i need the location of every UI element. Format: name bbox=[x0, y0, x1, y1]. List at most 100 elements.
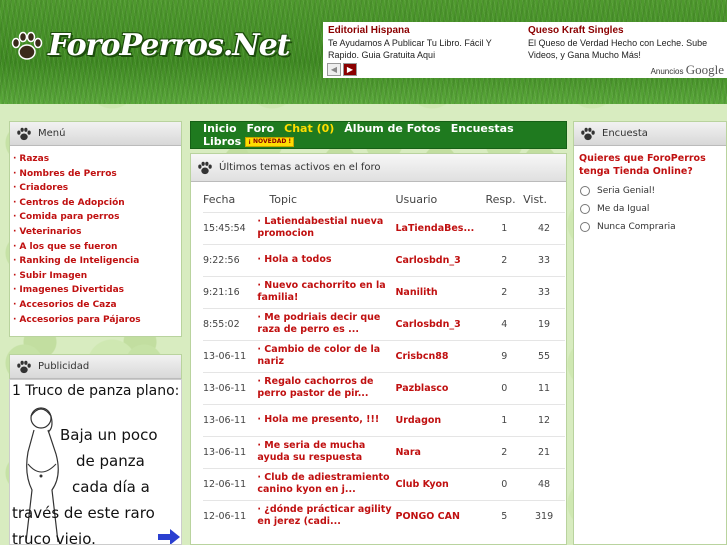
col-fecha: Fecha bbox=[203, 193, 236, 207]
topic-user-link[interactable]: Pazblasco bbox=[395, 371, 486, 404]
table-row: 13-06-11 · Regalo cachorros de perro past… bbox=[203, 371, 565, 404]
topics-title: Últimos temas activos en el foro bbox=[219, 162, 381, 173]
ad-body: El Queso de Verdad Hecho con Leche. Sube… bbox=[528, 38, 708, 60]
poll-option[interactable]: Me da Igual bbox=[574, 200, 726, 218]
topic-link[interactable]: · Hola a todos bbox=[257, 243, 396, 276]
table-row: 13-06-11 · Hola me presento, !!! Urdagon 1 1… bbox=[203, 403, 565, 436]
topic-date: 15:45:54 bbox=[203, 211, 258, 244]
topic-link[interactable]: · Regalo cachorros de perro pastor de pi… bbox=[257, 371, 396, 404]
poll-header: Encuesta bbox=[574, 122, 726, 146]
table-row: 8:55:02 · Me podriais decir que raza de p… bbox=[203, 307, 565, 340]
nav-chat[interactable]: Chat (0) bbox=[284, 122, 334, 135]
ad-banner: Editorial Hispana Te Ayudamos A Publicar… bbox=[323, 22, 727, 78]
nav-album[interactable]: Álbum de Fotos bbox=[344, 122, 440, 135]
topic-date: 12-06-11 bbox=[203, 499, 258, 532]
ad-nav: ◀ ▶ bbox=[327, 63, 357, 76]
poll-option[interactable]: Seria Genial! bbox=[574, 182, 726, 200]
menu-item-ranking[interactable]: Ranking de Inteligencia bbox=[13, 254, 181, 269]
table-header: Fecha Topic Usuario Resp. Vist. bbox=[203, 188, 565, 212]
prev-arrow-icon[interactable]: ◀ bbox=[327, 63, 341, 76]
menu-item-nombres[interactable]: Nombres de Perros bbox=[13, 167, 181, 182]
topic-link[interactable]: · Me seria de mucha ayuda su respuesta bbox=[257, 435, 396, 468]
menu-item-comida[interactable]: Comida para perros bbox=[13, 210, 181, 225]
col-resp: Resp. bbox=[485, 193, 516, 207]
topic-user-link[interactable]: Urdagon bbox=[395, 403, 486, 436]
nav-row: Libros ¡ NOVEDAD ! bbox=[203, 135, 566, 148]
poll-option-label: Me da Igual bbox=[597, 204, 650, 214]
topic-user-link[interactable]: Nara bbox=[395, 435, 486, 468]
menu-item-criadores[interactable]: Criadores bbox=[13, 181, 181, 196]
ad-title[interactable]: Editorial Hispana bbox=[328, 25, 518, 36]
topic-views: 19 bbox=[523, 307, 565, 340]
ad-title[interactable]: Queso Kraft Singles bbox=[528, 25, 718, 36]
topic-user-link[interactable]: Carlosbdn_3 bbox=[395, 243, 486, 276]
menu-item-se-fueron[interactable]: A los que se fueron bbox=[13, 240, 181, 255]
paw-icon bbox=[17, 127, 31, 140]
topic-date: 13-06-11 bbox=[203, 339, 258, 372]
menu-item-imagenes[interactable]: Imagenes Divertidas bbox=[13, 283, 181, 298]
menu-item-pajaros[interactable]: Accesorios para Pájaros bbox=[13, 313, 181, 328]
topic-date: 8:55:02 bbox=[203, 307, 258, 340]
main-nav: Inicio Foro Chat (0) Álbum de Fotos Encu… bbox=[190, 121, 567, 149]
ad-unit[interactable]: Queso Kraft Singles El Queso de Verdad H… bbox=[528, 25, 718, 61]
topic-replies: 0 bbox=[485, 467, 524, 500]
menu-header: Menú bbox=[10, 122, 181, 146]
topic-user-link[interactable]: PONGO CAN bbox=[395, 499, 486, 532]
topic-link[interactable]: · Hola me presento, !!! bbox=[257, 403, 396, 436]
ad-unit[interactable]: Editorial Hispana Te Ayudamos A Publicar… bbox=[328, 25, 518, 61]
ad-line: de panza bbox=[76, 452, 145, 470]
radio-button[interactable] bbox=[580, 186, 590, 196]
ad-line: Baja un poco bbox=[60, 426, 158, 444]
menu-item-subir-imagen[interactable]: Subir Imagen bbox=[13, 269, 181, 284]
table-row: 9:21:16 · Nuevo cachorrito en la familia!… bbox=[203, 275, 565, 308]
poll-question: Quieres que ForoPerros tenga Tienda Onli… bbox=[579, 153, 706, 177]
topic-date: 13-06-11 bbox=[203, 435, 258, 468]
ad-image[interactable]: 1 Truco de panza plano: Baja un poco de … bbox=[9, 379, 182, 545]
topic-link[interactable]: · Club de adiestramiento canino kyon en … bbox=[257, 467, 396, 500]
topic-link[interactable]: · Latiendabestial nueva promocion bbox=[257, 211, 396, 244]
site-logo[interactable]: ForoPerros.Net bbox=[10, 28, 291, 63]
next-arrow-icon[interactable]: ▶ bbox=[343, 63, 357, 76]
topic-user-link[interactable]: LaTiendaBes... bbox=[395, 211, 486, 244]
topic-user-link[interactable]: Nanilith bbox=[395, 275, 486, 308]
topic-replies: 2 bbox=[485, 435, 524, 468]
topic-views: 12 bbox=[523, 403, 565, 436]
topic-replies: 1 bbox=[485, 211, 524, 244]
radio-button[interactable] bbox=[580, 222, 590, 232]
topic-replies: 5 bbox=[485, 499, 524, 532]
topic-link[interactable]: · Cambio de color de la nariz bbox=[257, 339, 396, 372]
ad-line: 1 Truco de panza plano: bbox=[12, 383, 180, 399]
topic-date: 9:21:16 bbox=[203, 275, 258, 308]
topic-replies: 0 bbox=[485, 371, 524, 404]
col-usuario: Usuario bbox=[395, 193, 438, 207]
menu-item-veterinarios[interactable]: Veterinarios bbox=[13, 225, 181, 240]
ad-body: Te Ayudamos A Publicar Tu Libro. Fácil Y… bbox=[328, 38, 492, 60]
topic-date: 12-06-11 bbox=[203, 467, 258, 500]
topic-user-link[interactable]: Carlosbdn_3 bbox=[395, 307, 486, 340]
paw-icon bbox=[17, 360, 31, 373]
topic-user-link[interactable]: Crisbcn88 bbox=[395, 339, 486, 372]
col-topic: Topic bbox=[269, 193, 298, 207]
poll-option[interactable]: Nunca Compraria bbox=[574, 218, 726, 236]
menu-item-adopcion[interactable]: Centros de Adopción bbox=[13, 196, 181, 211]
topic-user-link[interactable]: Club Kyon bbox=[395, 467, 486, 500]
topic-replies: 2 bbox=[485, 275, 524, 308]
nav-libros[interactable]: Libros bbox=[203, 135, 241, 148]
nav-inicio[interactable]: Inicio bbox=[203, 122, 237, 135]
table-row: 13-06-11 · Cambio de color de la nariz Cri… bbox=[203, 339, 565, 372]
topic-link[interactable]: · ¿dónde prácticar agility en jerez (cad… bbox=[257, 499, 396, 532]
topic-views: 11 bbox=[523, 371, 565, 404]
radio-button[interactable] bbox=[580, 204, 590, 214]
menu-item-caza[interactable]: Accesorios de Caza bbox=[13, 298, 181, 313]
publicidad-title: Publicidad bbox=[38, 361, 90, 372]
nav-encuestas[interactable]: Encuestas bbox=[451, 122, 514, 135]
col-vist: Vist. bbox=[523, 193, 547, 207]
topic-link[interactable]: · Nuevo cachorrito en la familia! bbox=[257, 275, 396, 308]
paw-icon bbox=[11, 31, 43, 60]
nav-foro[interactable]: Foro bbox=[247, 122, 275, 135]
topic-link[interactable]: · Me podriais decir que raza de perro es… bbox=[257, 307, 396, 340]
ads-by-google[interactable]: Anuncios Google bbox=[651, 62, 724, 78]
menu-item-razas[interactable]: Razas bbox=[13, 152, 181, 167]
topic-replies: 2 bbox=[485, 243, 524, 276]
topic-views: 42 bbox=[523, 211, 565, 244]
